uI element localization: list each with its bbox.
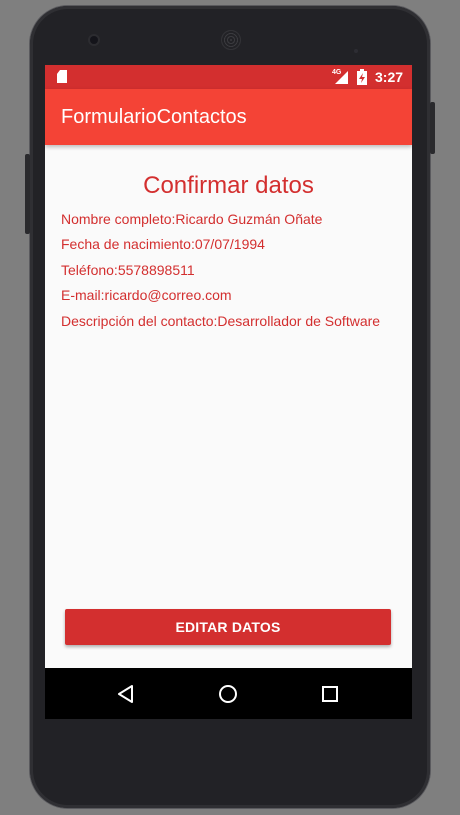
field-description: Descripción del contacto:Desarrollador d… <box>61 313 381 329</box>
field-full-name: Nombre completo:Ricardo Guzmán Oñate <box>61 211 323 227</box>
back-button[interactable] <box>96 668 156 719</box>
battery-charging-icon <box>357 69 367 85</box>
field-email: E-mail:ricardo@correo.com <box>61 287 232 303</box>
app-title: FormularioContactos <box>61 106 247 128</box>
status-bar: 4G 3:27 <box>45 65 412 89</box>
app-bar: FormularioContactos <box>45 89 412 145</box>
power-button <box>430 102 435 154</box>
signal-icon: 4G <box>332 69 348 84</box>
screen: 4G 3:27 FormularioContactos Confirmar da… <box>45 65 412 719</box>
recents-button[interactable] <box>300 668 360 719</box>
back-icon <box>118 684 133 703</box>
edit-data-button[interactable]: EDITAR DATOS <box>65 609 391 645</box>
earpiece-speaker <box>221 30 241 50</box>
home-button[interactable] <box>198 668 258 719</box>
field-phone: Teléfono:5578898511 <box>61 262 195 278</box>
proximity-sensors <box>354 38 374 72</box>
network-type-label: 4G <box>332 69 342 76</box>
sd-card-icon <box>57 70 67 83</box>
recents-icon <box>322 685 338 702</box>
page-title: Confirmar datos <box>143 172 314 199</box>
navigation-bar <box>45 668 412 719</box>
volume-button <box>25 154 30 234</box>
field-birth-date: Fecha de nacimiento:07/07/1994 <box>61 236 265 252</box>
front-camera <box>90 36 98 44</box>
home-icon <box>219 684 237 703</box>
status-clock: 3:27 <box>375 69 404 85</box>
